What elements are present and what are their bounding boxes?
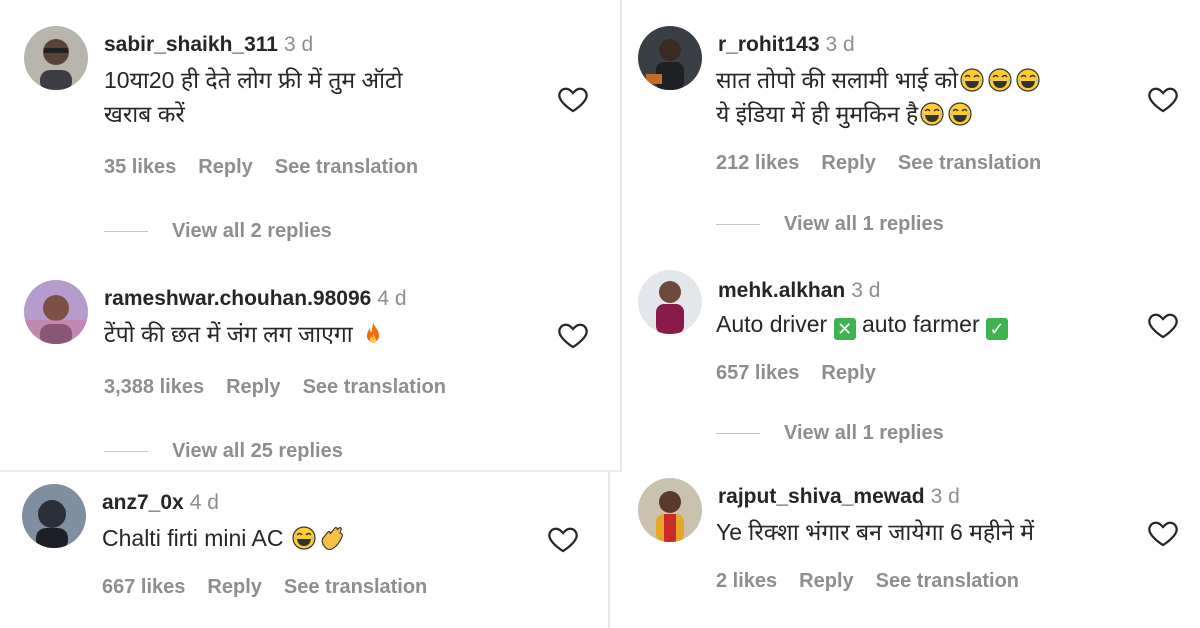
- timestamp[interactable]: 3 d: [931, 485, 960, 508]
- username[interactable]: rameshwar.chouhan.98096: [104, 287, 371, 310]
- see-translation-button[interactable]: See translation: [275, 156, 418, 178]
- username[interactable]: sabir_shaikh_311: [104, 33, 278, 56]
- likes-count[interactable]: 667 likes: [102, 576, 185, 598]
- see-translation-button[interactable]: See translation: [284, 576, 427, 598]
- comment-text: Ye रिक्शा भंगार बन जायेगा 6 महीने में: [716, 519, 1035, 545]
- username[interactable]: anz7_0x: [102, 491, 184, 514]
- likes-count[interactable]: 3,388 likes: [104, 376, 204, 398]
- see-translation-button[interactable]: See translation: [876, 570, 1019, 592]
- reply-button[interactable]: Reply: [821, 152, 875, 174]
- view-replies-button[interactable]: View all 2 replies: [104, 220, 332, 243]
- username[interactable]: mehk.alkhan: [718, 279, 845, 302]
- likes-count[interactable]: 657 likes: [716, 362, 799, 384]
- comment-actions: 35 likes Reply See translation: [104, 156, 440, 179]
- check-mark-box-icon: ✓: [986, 318, 1008, 340]
- avatar[interactable]: [22, 484, 86, 548]
- reply-button[interactable]: Reply: [821, 362, 875, 384]
- comment-actions: 657 likes Reply: [716, 362, 898, 385]
- comment-actions: 212 likes Reply See translation: [716, 152, 1063, 175]
- timestamp[interactable]: 3 d: [284, 33, 313, 56]
- face-with-tears-of-joy-icon: [919, 101, 945, 127]
- see-translation-button[interactable]: See translation: [303, 376, 446, 398]
- avatar[interactable]: [638, 26, 702, 90]
- reply-button[interactable]: Reply: [226, 376, 280, 398]
- clapping-hands-icon: [319, 525, 345, 551]
- timestamp[interactable]: 3 d: [851, 279, 880, 302]
- comment-actions: 667 likes Reply See translation: [102, 576, 449, 599]
- see-translation-button[interactable]: See translation: [898, 152, 1041, 174]
- view-replies-button[interactable]: View all 1 replies: [716, 213, 944, 236]
- comment-text: Chalti firti mini AC: [102, 522, 346, 554]
- face-with-tears-of-joy-icon: [959, 67, 985, 93]
- reply-button[interactable]: Reply: [207, 576, 261, 598]
- replies-divider: [716, 224, 760, 226]
- timestamp[interactable]: 4 d: [190, 491, 219, 514]
- comment-actions: 2 likes Reply See translation: [716, 570, 1041, 593]
- cross-mark-box-icon: ✕: [833, 318, 856, 340]
- replies-divider: [104, 451, 148, 453]
- reply-button[interactable]: Reply: [198, 156, 252, 178]
- timestamp[interactable]: 3 d: [826, 33, 855, 56]
- panel-divider: [608, 472, 610, 628]
- avatar[interactable]: [638, 478, 702, 542]
- face-with-tears-of-joy-icon: [947, 101, 973, 127]
- view-replies-button[interactable]: View all 1 replies: [716, 422, 944, 445]
- username[interactable]: r_rohit143: [718, 33, 820, 56]
- view-replies-button[interactable]: View all 25 replies: [104, 440, 343, 463]
- likes-count[interactable]: 35 likes: [104, 156, 176, 178]
- panel-divider: [620, 0, 622, 472]
- comment-text: सात तोपो की सलामी भाई को: [716, 64, 1042, 96]
- replies-divider: [716, 433, 760, 435]
- heart-outline-icon[interactable]: [1146, 82, 1180, 116]
- fire-icon: [360, 321, 386, 347]
- heart-outline-icon[interactable]: [1146, 516, 1180, 550]
- comment-text: टेंपो की छत में जंग लग जाएगा: [104, 318, 387, 350]
- panel-divider: [0, 470, 620, 472]
- face-with-tears-of-joy-icon: [291, 525, 317, 551]
- likes-count[interactable]: 212 likes: [716, 152, 799, 174]
- face-with-tears-of-joy-icon: [1015, 67, 1041, 93]
- comment-text: खराब करें: [104, 101, 185, 127]
- comment-text: 10या20 ही देते लोग फ्री में तुम ऑटो: [104, 67, 403, 93]
- avatar[interactable]: [24, 26, 88, 90]
- timestamp[interactable]: 4 d: [377, 287, 406, 310]
- avatar[interactable]: [24, 280, 88, 344]
- heart-outline-icon[interactable]: [556, 318, 590, 352]
- likes-count[interactable]: 2 likes: [716, 570, 777, 592]
- reply-button[interactable]: Reply: [799, 570, 853, 592]
- face-with-tears-of-joy-icon: [987, 67, 1013, 93]
- comment-text: ये इंडिया में ही मुमकिन है: [716, 98, 974, 130]
- heart-outline-icon[interactable]: [546, 522, 580, 556]
- avatar[interactable]: [638, 270, 702, 334]
- heart-outline-icon[interactable]: [556, 82, 590, 116]
- heart-outline-icon[interactable]: [1146, 308, 1180, 342]
- comment-text: Auto driver ✕ auto farmer ✓: [716, 308, 1008, 340]
- username[interactable]: rajput_shiva_mewad: [718, 485, 925, 508]
- replies-divider: [104, 231, 148, 233]
- comment-actions: 3,388 likes Reply See translation: [104, 376, 468, 399]
